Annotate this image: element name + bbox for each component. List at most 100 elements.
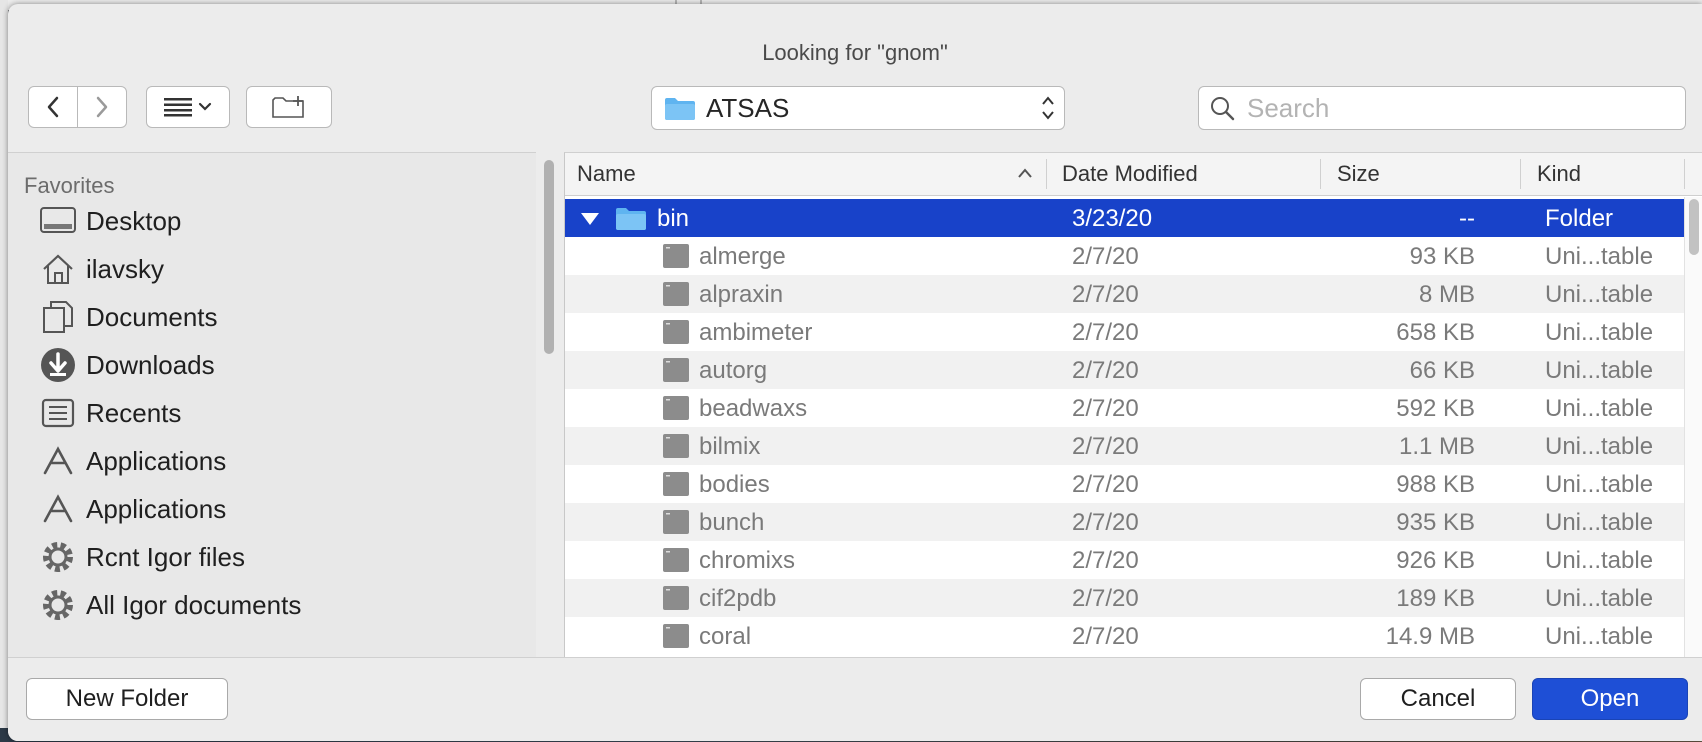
back-button[interactable] [28,86,78,128]
file-size: 93 KB [1409,243,1475,270]
search-field[interactable] [1198,86,1686,130]
file-name: almerge [699,243,786,270]
new-folder-toolbar-button[interactable] [246,86,332,128]
file-list-scrollbar[interactable] [1684,197,1702,657]
dialog-footer: New Folder Cancel Open [8,657,1702,741]
sidebar-section-favorites: Favorites [24,173,115,198]
gear-icon [43,542,73,572]
executable-file-icon [663,624,689,648]
sidebar-item-ilavsky[interactable]: ilavsky [38,245,164,293]
file-row[interactable]: coral 2/7/20 14.9 MB Uni...table [565,617,1684,655]
file-date: 2/7/20 [1072,585,1139,612]
view-options-button[interactable] [146,86,230,128]
sidebar: Favorites Desktop ilavsky Documents Down… [8,152,536,658]
folder-icon [616,208,646,230]
file-name: ambimeter [699,319,813,346]
file-row[interactable]: bunch 2/7/20 935 KB Uni...table [565,503,1684,541]
file-date: 2/7/20 [1072,319,1139,346]
file-name: cif2pdb [699,585,777,612]
sidebar-item-desktop[interactable]: Desktop [38,197,181,245]
sidebar-item-label: Documents [86,301,218,332]
search-input[interactable] [1245,91,1669,125]
file-browser: Name Date Modified Size Kind bin 3/23/20… [564,152,1702,658]
file-size: 935 KB [1396,509,1475,536]
file-date: 2/7/20 [1072,281,1139,308]
file-name: beadwaxs [699,395,808,422]
column-kind[interactable]: Kind [1537,161,1581,187]
open-file-dialog: Looking for "gnom" ATSAS Search Favorite… [8,4,1702,741]
sidebar-scrollbar[interactable] [542,156,556,656]
executable-file-icon [663,548,689,572]
sidebar-item-documents[interactable]: Documents [38,293,218,341]
file-row[interactable]: alpraxin 2/7/20 8 MB Uni...table [565,275,1684,313]
file-row[interactable]: almerge 2/7/20 93 KB Uni...table [565,237,1684,275]
file-row[interactable]: beadwaxs 2/7/20 592 KB Uni...table [565,389,1684,427]
column-divider[interactable] [1684,159,1685,189]
sidebar-item-all-igor-documents[interactable]: All Igor documents [38,581,301,629]
file-size: -- [1459,205,1475,232]
sidebar-item-applications[interactable]: Applications [38,437,226,485]
file-row[interactable]: chromixs 2/7/20 926 KB Uni...table [565,541,1684,579]
file-kind: Folder [1545,205,1614,232]
file-kind: Uni...table [1545,509,1654,536]
file-list-scroll-thumb[interactable] [1689,199,1699,255]
column-size[interactable]: Size [1337,161,1380,187]
home-icon [43,254,73,284]
folder-row-bin[interactable]: bin 3/23/20 -- Folder [565,199,1684,237]
file-kind: Uni...table [1545,623,1654,650]
new-folder-button[interactable]: New Folder [26,678,228,720]
file-date: 2/7/20 [1072,623,1139,650]
file-date: 2/7/20 [1072,357,1139,384]
column-date-modified[interactable]: Date Modified [1062,161,1198,187]
column-divider[interactable] [1320,159,1321,189]
executable-file-icon [663,358,689,382]
file-row[interactable]: bodies 2/7/20 988 KB Uni...table [565,465,1684,503]
cancel-button[interactable]: Cancel [1360,678,1516,720]
sidebar-item-rcnt-igor-files[interactable]: Rcnt Igor files [38,533,245,581]
file-row[interactable]: autorg 2/7/20 66 KB Uni...table [565,351,1684,389]
file-size: 189 KB [1396,585,1475,612]
sidebar-item-recents[interactable]: Recents [38,389,181,437]
column-name[interactable]: Name [577,161,636,187]
forward-button[interactable] [77,86,127,128]
chevron-down-icon [198,102,212,111]
disclosure-triangle-icon[interactable] [579,211,601,227]
sidebar-item-label: Desktop [86,205,182,236]
location-popup[interactable]: ATSAS [651,86,1065,130]
file-date: 2/7/20 [1072,395,1139,422]
executable-file-icon [663,396,689,420]
executable-file-icon [663,320,689,344]
column-header: Name Date Modified Size Kind [565,153,1702,196]
file-name: bodies [699,471,770,498]
downloads-icon [41,348,75,382]
sidebar-item-label: Applications [86,445,227,476]
file-kind: Uni...table [1545,395,1654,422]
file-name: bunch [699,509,765,536]
file-row[interactable]: ambimeter 2/7/20 658 KB Uni...table [565,313,1684,351]
sort-ascending-icon [1018,168,1032,178]
location-label: ATSAS [706,92,790,123]
open-button[interactable]: Open [1532,678,1688,720]
file-row[interactable]: bilmix 2/7/20 1.1 MB Uni...table [565,427,1684,465]
documents-icon [43,301,73,333]
sidebar-scroll-thumb[interactable] [544,160,554,354]
sidebar-item-label: Recents [86,397,182,428]
gear-icon [43,590,73,620]
file-kind: Uni...table [1545,357,1654,384]
sidebar-item-applications-2[interactable]: Applications [38,485,226,533]
file-date: 2/7/20 [1072,509,1139,536]
file-name: bilmix [699,433,761,460]
sidebar-item-downloads[interactable]: Downloads [38,341,215,389]
file-row[interactable]: cif2pdb 2/7/20 189 KB Uni...table [565,579,1684,617]
recents-icon [41,398,75,428]
desktop-icon [40,207,76,233]
file-kind: Uni...table [1545,585,1654,612]
file-size: 592 KB [1396,395,1475,422]
file-kind: Uni...table [1545,471,1654,498]
new-folder-icon [272,96,304,118]
column-divider[interactable] [1520,159,1521,189]
file-kind: Uni...table [1545,243,1654,270]
column-divider[interactable] [1046,159,1047,189]
executable-file-icon [663,282,689,306]
chevron-right-icon [96,96,108,118]
